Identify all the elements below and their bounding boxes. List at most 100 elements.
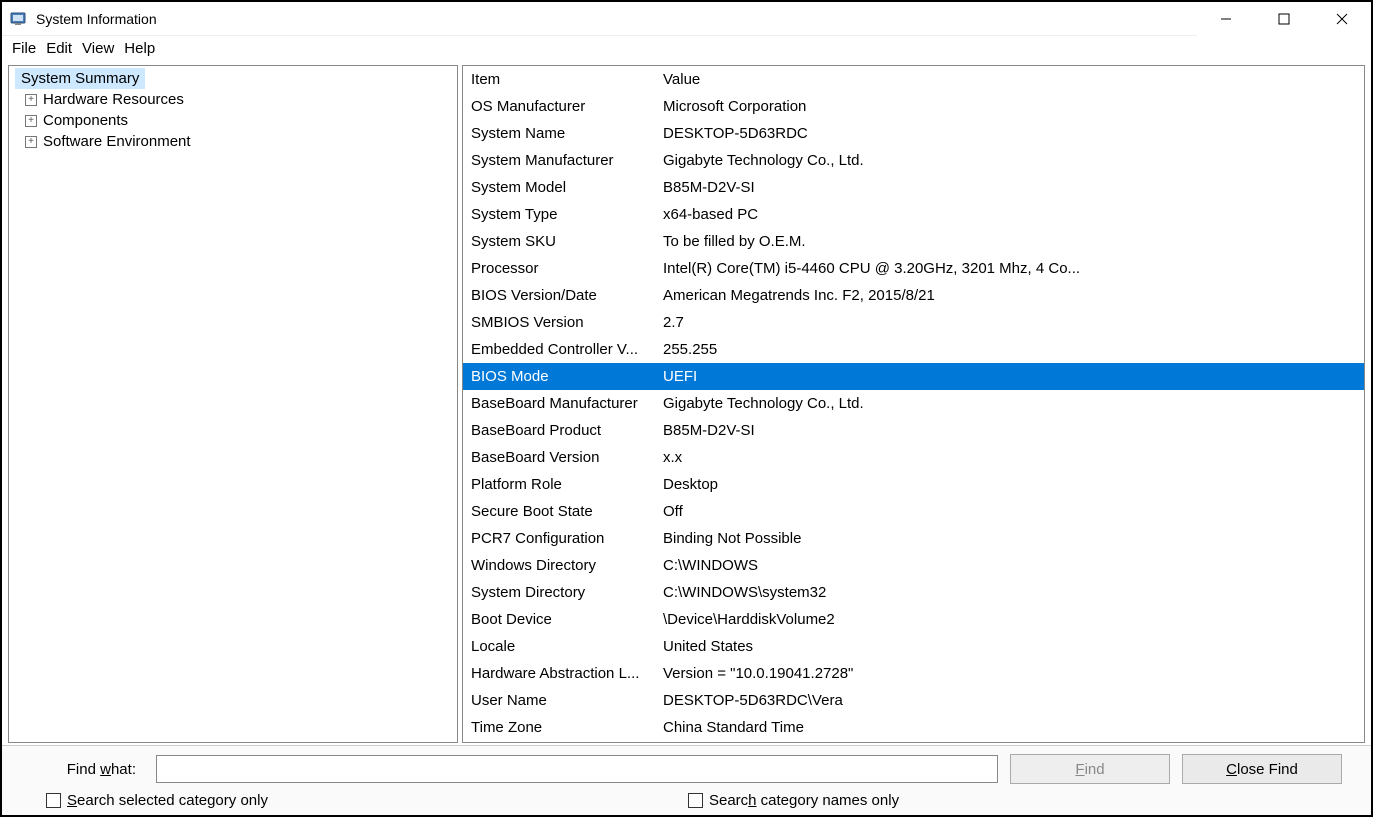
- table-row[interactable]: LocaleUnited States: [463, 633, 1364, 660]
- cell-value: B85M-D2V-SI: [663, 179, 1364, 196]
- cell-item: Locale: [463, 638, 663, 655]
- system-information-window: System Information File Edit View Help S…: [0, 0, 1373, 817]
- table-row[interactable]: BaseBoard ProductB85M-D2V-SI: [463, 417, 1364, 444]
- details-header-row[interactable]: Item Value: [463, 66, 1364, 93]
- content-area: System Summary +Hardware Resources+Compo…: [2, 61, 1371, 745]
- cell-item: Hardware Abstraction L...: [463, 665, 663, 682]
- tree-root-system-summary[interactable]: System Summary: [15, 68, 145, 89]
- table-row[interactable]: Embedded Controller V...255.255: [463, 336, 1364, 363]
- table-row[interactable]: PCR7 ConfigurationBinding Not Possible: [463, 525, 1364, 552]
- close-find-button[interactable]: Close Find: [1182, 754, 1342, 784]
- cell-value: United States: [663, 638, 1364, 655]
- cell-item: System SKU: [463, 233, 663, 250]
- cell-value: To be filled by O.E.M.: [663, 233, 1364, 250]
- table-row[interactable]: User NameDESKTOP-5D63RDC\Vera: [463, 687, 1364, 714]
- table-row[interactable]: System SKUTo be filled by O.E.M.: [463, 228, 1364, 255]
- cell-item: BaseBoard Version: [463, 449, 663, 466]
- table-row[interactable]: SMBIOS Version2.7: [463, 309, 1364, 336]
- find-input[interactable]: [156, 755, 998, 783]
- search-category-names-checkbox[interactable]: Search category names only: [688, 792, 899, 809]
- cell-value: 2.7: [663, 314, 1364, 331]
- window-controls: [1197, 2, 1371, 36]
- cell-value: B85M-D2V-SI: [663, 422, 1364, 439]
- table-row[interactable]: ProcessorIntel(R) Core(TM) i5-4460 CPU @…: [463, 255, 1364, 282]
- cell-item: System Manufacturer: [463, 152, 663, 169]
- cell-item: System Directory: [463, 584, 663, 601]
- cell-item: System Type: [463, 206, 663, 223]
- cell-value: Off: [663, 503, 1364, 520]
- cell-item: System Model: [463, 179, 663, 196]
- search-selected-category-checkbox[interactable]: Search selected category only: [46, 792, 268, 809]
- cell-value: x64-based PC: [663, 206, 1364, 223]
- menu-file[interactable]: File: [12, 40, 36, 57]
- table-row[interactable]: System Typex64-based PC: [463, 201, 1364, 228]
- menu-help[interactable]: Help: [124, 40, 155, 57]
- cell-value: China Standard Time: [663, 719, 1364, 736]
- close-button[interactable]: [1313, 2, 1371, 36]
- cell-value: C:\WINDOWS\system32: [663, 584, 1364, 601]
- cell-value: Desktop: [663, 476, 1364, 493]
- cell-value: DESKTOP-5D63RDC\Vera: [663, 692, 1364, 709]
- cell-item: BIOS Mode: [463, 368, 663, 385]
- cell-item: SMBIOS Version: [463, 314, 663, 331]
- cell-item: BIOS Version/Date: [463, 287, 663, 304]
- window-title: System Information: [36, 11, 1197, 27]
- maximize-button[interactable]: [1255, 2, 1313, 36]
- table-row[interactable]: OS ManufacturerMicrosoft Corporation: [463, 93, 1364, 120]
- table-row[interactable]: Time ZoneChina Standard Time: [463, 714, 1364, 741]
- cell-item: BaseBoard Manufacturer: [463, 395, 663, 412]
- details-pane: Item Value OS ManufacturerMicrosoft Corp…: [462, 65, 1365, 743]
- cell-item: System Name: [463, 125, 663, 142]
- table-row[interactable]: Platform RoleDesktop: [463, 471, 1364, 498]
- cell-item: PCR7 Configuration: [463, 530, 663, 547]
- cell-value: Gigabyte Technology Co., Ltd.: [663, 395, 1364, 412]
- table-row[interactable]: BIOS ModeUEFI: [463, 363, 1364, 390]
- table-row[interactable]: BIOS Version/DateAmerican Megatrends Inc…: [463, 282, 1364, 309]
- cell-item: Boot Device: [463, 611, 663, 628]
- tree-item-label: Components: [43, 112, 128, 129]
- find-row-options: Search selected category only Search cat…: [12, 792, 1361, 809]
- menu-edit[interactable]: Edit: [46, 40, 72, 57]
- find-row-controls: Find what: Find Close Find: [12, 754, 1361, 784]
- cell-item: Embedded Controller V...: [463, 341, 663, 358]
- cell-value: Binding Not Possible: [663, 530, 1364, 547]
- category-tree[interactable]: System Summary +Hardware Resources+Compo…: [8, 65, 458, 743]
- minimize-button[interactable]: [1197, 2, 1255, 36]
- tree-expand-icon[interactable]: +: [25, 94, 37, 106]
- tree-item[interactable]: +Software Environment: [9, 131, 457, 152]
- table-row[interactable]: Secure Boot StateOff: [463, 498, 1364, 525]
- cell-value: \Device\HarddiskVolume2: [663, 611, 1364, 628]
- table-row[interactable]: Boot Device\Device\HarddiskVolume2: [463, 606, 1364, 633]
- cell-value: Intel(R) Core(TM) i5-4460 CPU @ 3.20GHz,…: [663, 260, 1364, 277]
- cell-item: Secure Boot State: [463, 503, 663, 520]
- table-row[interactable]: System ModelB85M-D2V-SI: [463, 174, 1364, 201]
- cell-item: User Name: [463, 692, 663, 709]
- find-button[interactable]: Find: [1010, 754, 1170, 784]
- tree-item[interactable]: +Hardware Resources: [9, 89, 457, 110]
- cell-value: 255.255: [663, 341, 1364, 358]
- cell-item: Processor: [463, 260, 663, 277]
- tree-item[interactable]: + Components: [9, 110, 457, 131]
- tree-expand-icon[interactable]: +: [25, 115, 37, 127]
- cell-value: Version = "10.0.19041.2728": [663, 665, 1364, 682]
- table-row[interactable]: Windows DirectoryC:\WINDOWS: [463, 552, 1364, 579]
- cell-item: Platform Role: [463, 476, 663, 493]
- tree-expand-icon[interactable]: +: [25, 136, 37, 148]
- app-icon: [10, 10, 28, 28]
- column-header-value[interactable]: Value: [663, 71, 1364, 88]
- table-row[interactable]: System NameDESKTOP-5D63RDC: [463, 120, 1364, 147]
- table-row[interactable]: BaseBoard Versionx.x: [463, 444, 1364, 471]
- checkbox-box-icon: [688, 793, 703, 808]
- menu-view[interactable]: View: [82, 40, 114, 57]
- cell-value: DESKTOP-5D63RDC: [663, 125, 1364, 142]
- cell-item: Time Zone: [463, 719, 663, 736]
- column-header-item[interactable]: Item: [463, 71, 663, 88]
- table-row[interactable]: System ManufacturerGigabyte Technology C…: [463, 147, 1364, 174]
- table-row[interactable]: Hardware Abstraction L...Version = "10.0…: [463, 660, 1364, 687]
- table-row[interactable]: BaseBoard ManufacturerGigabyte Technolog…: [463, 390, 1364, 417]
- cell-value: UEFI: [663, 368, 1364, 385]
- cell-value: Microsoft Corporation: [663, 98, 1364, 115]
- table-row[interactable]: System DirectoryC:\WINDOWS\system32: [463, 579, 1364, 606]
- details-list[interactable]: Item Value OS ManufacturerMicrosoft Corp…: [463, 66, 1364, 742]
- cell-item: BaseBoard Product: [463, 422, 663, 439]
